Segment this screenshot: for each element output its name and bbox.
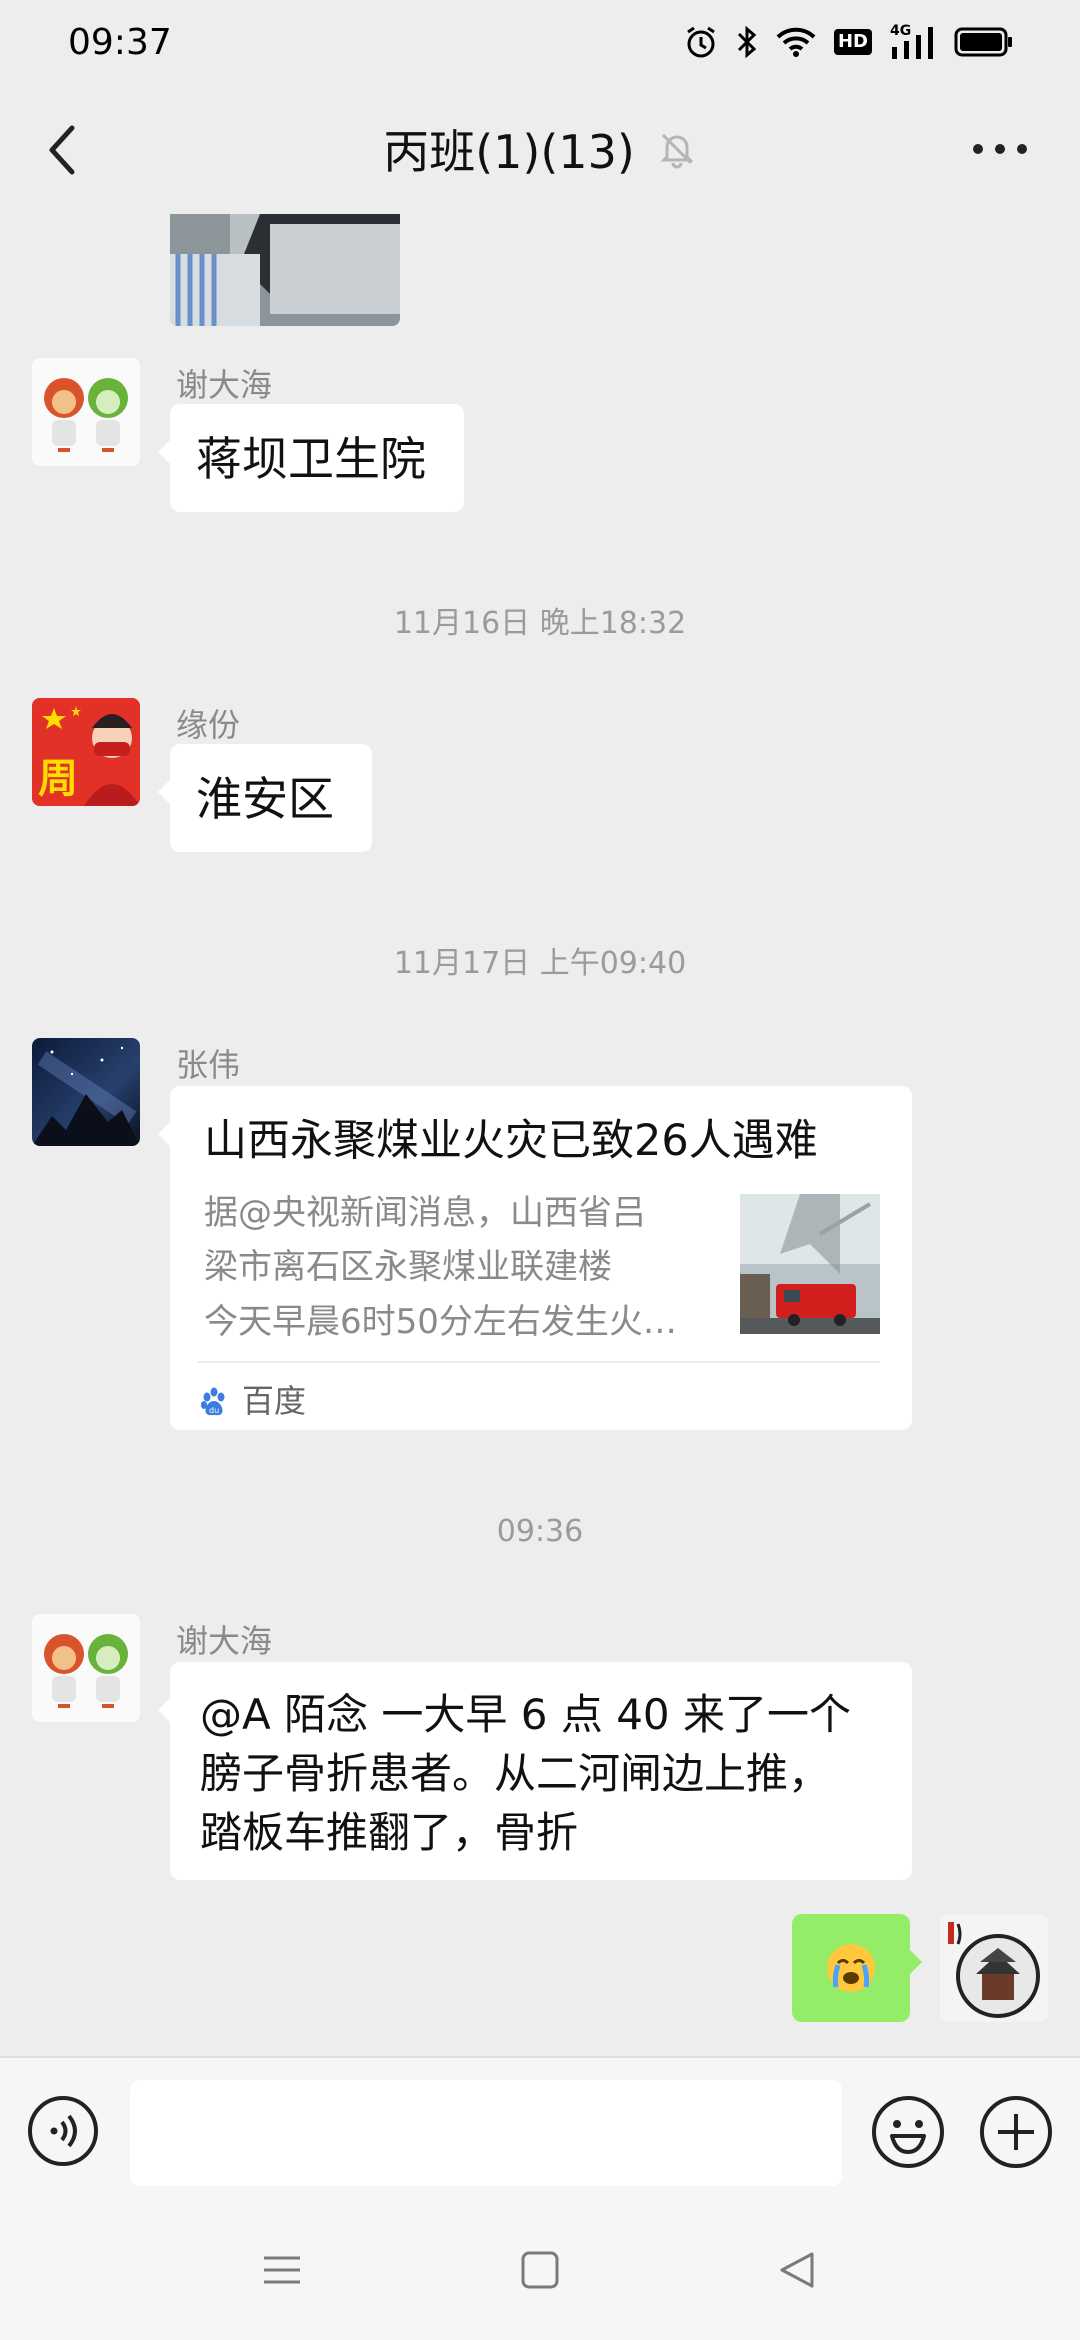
timestamp: 11月16日 晚上18:32 [393,606,687,641]
message-text: 蒋坝卫生院 [196,432,426,486]
message-line: 膀子骨折患者。从二河闸边上推， [200,1748,831,1798]
card-thumbnail [740,1194,880,1334]
battery-icon [954,27,1012,57]
self-emoji-bubble[interactable] [792,1914,922,2022]
avatar[interactable] [32,1038,140,1146]
avatar[interactable]: 周 [32,698,140,806]
text-bubble[interactable]: 蒋坝卫生院 [158,404,464,512]
message-input-bar [0,2056,1080,2202]
chat-title-group: 丙班(1)(13) [383,116,697,182]
card-divider [198,1361,880,1363]
hd-label: HD [837,31,868,52]
image-message[interactable] [170,214,400,326]
more-icon[interactable] [970,134,1030,164]
card-desc-line: 据@央视新闻消息，山西省吕 [204,1193,646,1233]
card-title: 山西永聚煤业火灾已致26人遇难 [204,1116,818,1166]
avatar[interactable] [32,358,140,466]
avatar-char: 周 [38,755,78,802]
alarm-icon [687,26,715,58]
chat-title: 丙班(1)(13) [383,125,635,179]
avatar[interactable] [940,1914,1048,2022]
bell-off-icon [660,133,694,169]
message-input[interactable] [130,2080,842,2186]
hd-icon: HD [833,29,872,55]
bluetooth-icon [737,25,757,59]
text-bubble[interactable]: @A 陌念 一大早 6 点 40 来了一个 膀子骨折患者。从二河闸边上推， 踏板… [158,1662,912,1880]
back-triangle-icon[interactable] [768,2240,828,2300]
sender-name: 谢大海 [176,366,273,404]
avatar[interactable] [32,1614,140,1722]
sender-name: 谢大海 [176,1622,273,1660]
card-desc-line: 梁市离石区永聚煤业联建楼 [204,1247,612,1288]
system-navigation-bar [0,2202,1080,2340]
voice-icon[interactable] [26,2094,100,2168]
home-icon[interactable] [510,2240,570,2300]
card-source: du 百度 [200,1380,306,1423]
message-text: 淮安区 [196,772,334,826]
text-bubble[interactable]: 淮安区 [158,744,372,852]
crying-face-icon [827,1944,875,1992]
link-card[interactable]: 山西永聚煤业火灾已致26人遇难 据@央视新闻消息，山西省吕 梁市离石区永聚煤业联… [158,1086,912,1430]
card-desc-line: 今天早晨6时50分左右发生火… [204,1301,677,1342]
sender-name: 缘份 [176,706,241,744]
photo-thumbnail [170,214,400,326]
status-time: 09:37 [68,21,172,63]
plus-icon[interactable] [978,2094,1054,2170]
chevron-left-icon[interactable] [40,120,84,180]
mascot-avatar-image [32,1614,140,1722]
menu-icon[interactable] [252,2240,312,2300]
fire-truck-image [740,1194,880,1334]
card-source-name: 百度 [242,1382,307,1420]
status-icons: HD 4G [684,23,1014,59]
pavilion-avatar-image [940,1914,1048,2022]
chat-header: 丙班(1)(13) [0,84,1080,214]
timestamp: 11月17日 上午09:40 [393,946,687,981]
timestamp: 09:36 [496,1514,584,1549]
svg-text:du: du [209,1406,219,1415]
message-line: 踏板车推翻了，骨折 [200,1807,579,1857]
baidu-paw-icon: du [201,1387,225,1415]
mascot-avatar-image [32,358,140,466]
status-bar: 09:37 HD 4G [0,0,1080,84]
wifi-icon [776,27,816,57]
message-line: @A 陌念 一大早 6 点 40 来了一个 [200,1690,852,1739]
4g-signal-icon: 4G [890,23,936,59]
night-sky-avatar-image [32,1038,140,1146]
card-description: 据@央视新闻消息，山西省吕 梁市离石区永聚煤业联建楼 今天早晨6时50分左右发生… [204,1186,724,1349]
sender-name: 张伟 [176,1046,241,1084]
emoji-icon[interactable] [870,2094,946,2170]
network-label: 4G [890,23,912,39]
chat-message-list[interactable]: 谢大海 蒋坝卫生院 11月16日 晚上18:32 周 缘份 淮安区 11月17日… [0,214,1080,2056]
